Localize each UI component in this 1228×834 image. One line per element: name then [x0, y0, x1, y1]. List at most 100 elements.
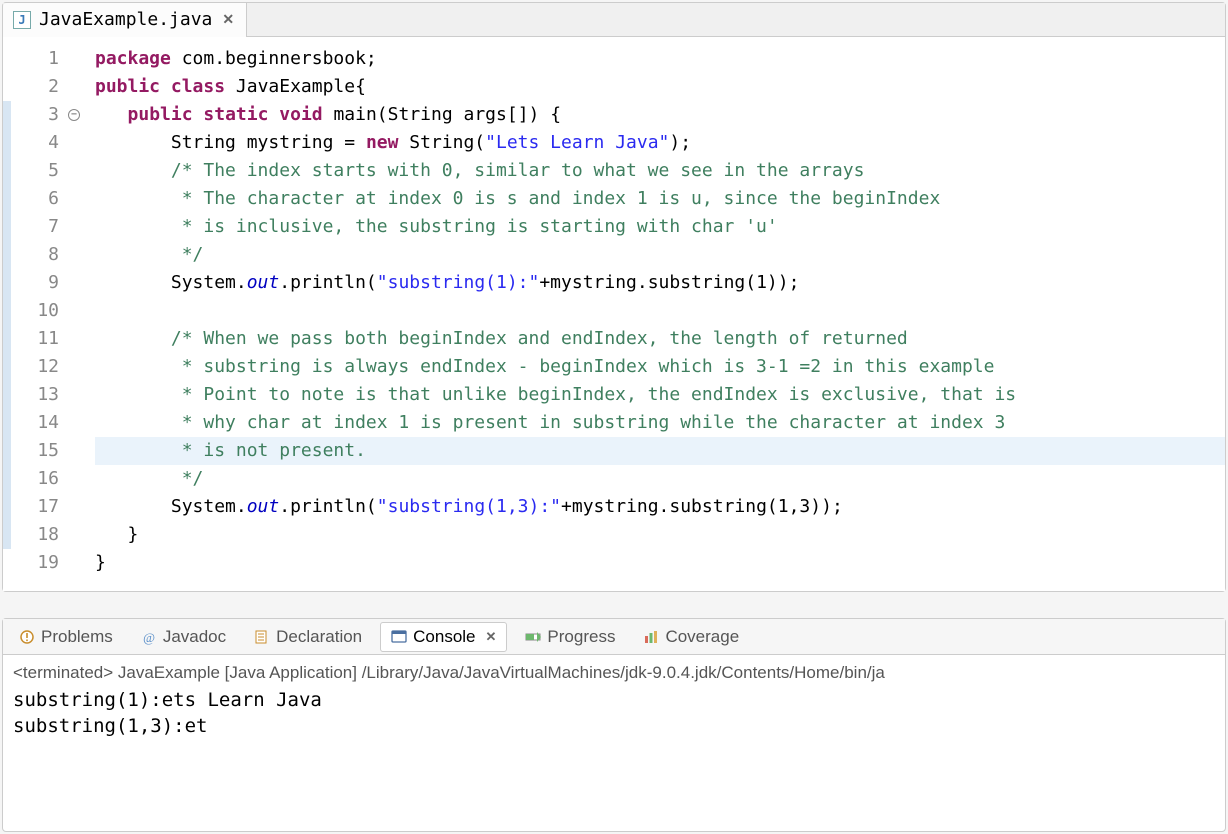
fold-cell	[69, 465, 83, 493]
fold-toggle-icon[interactable]: −	[68, 109, 80, 121]
code-line[interactable]: }	[95, 549, 1225, 577]
code-line[interactable]: System.out.println("substring(1):"+mystr…	[95, 269, 1225, 297]
fold-cell	[69, 325, 83, 353]
marker-cell	[3, 409, 11, 437]
line-number: 18	[11, 521, 59, 549]
code-line[interactable]: public class JavaExample{	[95, 73, 1225, 101]
line-number: 5	[11, 157, 59, 185]
console-output: substring(1):ets Learn Javasubstring(1,3…	[13, 687, 1215, 739]
editor-tab-bar: J JavaExample.java ✕	[3, 3, 1225, 37]
line-number-gutter: 12345678910111213141516171819	[11, 45, 69, 577]
line-number: 14	[11, 409, 59, 437]
view-tab-javadoc[interactable]: @ Javadoc	[131, 623, 236, 651]
view-tab-label: Progress	[547, 627, 615, 647]
line-number: 12	[11, 353, 59, 381]
code-line[interactable]: /* The index starts with 0, similar to w…	[95, 157, 1225, 185]
line-number: 1	[11, 45, 59, 73]
code-line[interactable]: * is inclusive, the substring is startin…	[95, 213, 1225, 241]
code-line[interactable]: * The character at index 0 is s and inde…	[95, 185, 1225, 213]
fold-cell	[69, 549, 83, 577]
code-line[interactable]: */	[95, 465, 1225, 493]
console-line: substring(1):ets Learn Java	[13, 687, 1215, 713]
code-line[interactable]	[95, 297, 1225, 325]
code-line[interactable]: * substring is always endIndex - beginIn…	[95, 353, 1225, 381]
editor-tab-filename: JavaExample.java	[39, 9, 212, 30]
code-line[interactable]: * is not present.	[95, 437, 1225, 465]
fold-cell	[69, 213, 83, 241]
view-tab-progress[interactable]: Progress	[515, 623, 625, 651]
view-tab-label: Console	[413, 627, 475, 647]
fold-cell	[69, 73, 83, 101]
view-tab-declaration[interactable]: Declaration	[244, 623, 372, 651]
fold-cell	[69, 521, 83, 549]
line-number: 4	[11, 129, 59, 157]
view-tab-problems[interactable]: Problems	[9, 623, 123, 651]
marker-cell	[3, 129, 11, 157]
line-number: 7	[11, 213, 59, 241]
code-line[interactable]: * why char at index 1 is present in subs…	[95, 409, 1225, 437]
line-number: 10	[11, 297, 59, 325]
progress-icon	[525, 629, 541, 645]
line-number: 15	[11, 437, 59, 465]
problems-icon	[19, 629, 35, 645]
line-number: 16	[11, 465, 59, 493]
close-icon[interactable]: ✕	[486, 629, 497, 645]
line-number: 6	[11, 185, 59, 213]
fold-cell	[69, 493, 83, 521]
fold-cell	[69, 437, 83, 465]
code-area[interactable]: 12345678910111213141516171819 − package …	[3, 37, 1225, 591]
console-line: substring(1,3):et	[13, 713, 1215, 739]
view-tab-label: Javadoc	[163, 627, 226, 647]
marker-cell	[3, 353, 11, 381]
marker-cell	[3, 493, 11, 521]
fold-column: −	[69, 45, 83, 577]
code-line[interactable]: package com.beginnersbook;	[95, 45, 1225, 73]
view-tab-label: Problems	[41, 627, 113, 647]
editor-tab-javaexample[interactable]: J JavaExample.java ✕	[3, 3, 247, 37]
marker-cell	[3, 381, 11, 409]
code-line[interactable]: }	[95, 521, 1225, 549]
line-number: 8	[11, 241, 59, 269]
line-number: 2	[11, 73, 59, 101]
console-body: <terminated> JavaExample [Java Applicati…	[3, 655, 1225, 747]
marker-cell	[3, 101, 11, 129]
view-tab-coverage[interactable]: Coverage	[633, 623, 749, 651]
line-number: 9	[11, 269, 59, 297]
close-icon[interactable]: ✕	[220, 11, 236, 28]
marker-cell	[3, 521, 11, 549]
marker-cell	[3, 437, 11, 465]
fold-cell: −	[69, 101, 83, 129]
javadoc-icon: @	[141, 629, 157, 645]
code-line[interactable]: String mystring = new String("Lets Learn…	[95, 129, 1225, 157]
fold-cell	[69, 381, 83, 409]
coverage-icon	[643, 629, 659, 645]
views-panel: Problems @ Javadoc Declaration Console ✕ Progr…	[2, 618, 1226, 832]
fold-cell	[69, 45, 83, 73]
fold-cell	[69, 269, 83, 297]
java-file-icon: J	[13, 11, 31, 29]
fold-cell	[69, 297, 83, 325]
code-line[interactable]: System.out.println("substring(1,3):"+mys…	[95, 493, 1225, 521]
code-line[interactable]: /* When we pass both beginIndex and endI…	[95, 325, 1225, 353]
svg-text:@: @	[143, 630, 155, 645]
fold-cell	[69, 241, 83, 269]
marker-cell	[3, 269, 11, 297]
marker-cell	[3, 73, 11, 101]
fold-cell	[69, 129, 83, 157]
marker-cell	[3, 157, 11, 185]
view-tab-console[interactable]: Console ✕	[380, 622, 507, 652]
marker-cell	[3, 549, 11, 577]
code-body[interactable]: package com.beginnersbook;public class J…	[83, 45, 1225, 577]
code-line[interactable]: public static void main(String args[]) {	[95, 101, 1225, 129]
declaration-icon	[254, 629, 270, 645]
marker-cell	[3, 45, 11, 73]
marker-cell	[3, 465, 11, 493]
marker-cell	[3, 213, 11, 241]
line-number: 3	[11, 101, 59, 129]
code-line[interactable]: * Point to note is that unlike beginInde…	[95, 381, 1225, 409]
code-line[interactable]: */	[95, 241, 1225, 269]
marker-cell	[3, 185, 11, 213]
views-tab-bar: Problems @ Javadoc Declaration Console ✕ Progr…	[3, 619, 1225, 655]
editor-panel: J JavaExample.java ✕ 1234567891011121314…	[2, 2, 1226, 592]
console-status: <terminated> JavaExample [Java Applicati…	[13, 663, 1215, 687]
